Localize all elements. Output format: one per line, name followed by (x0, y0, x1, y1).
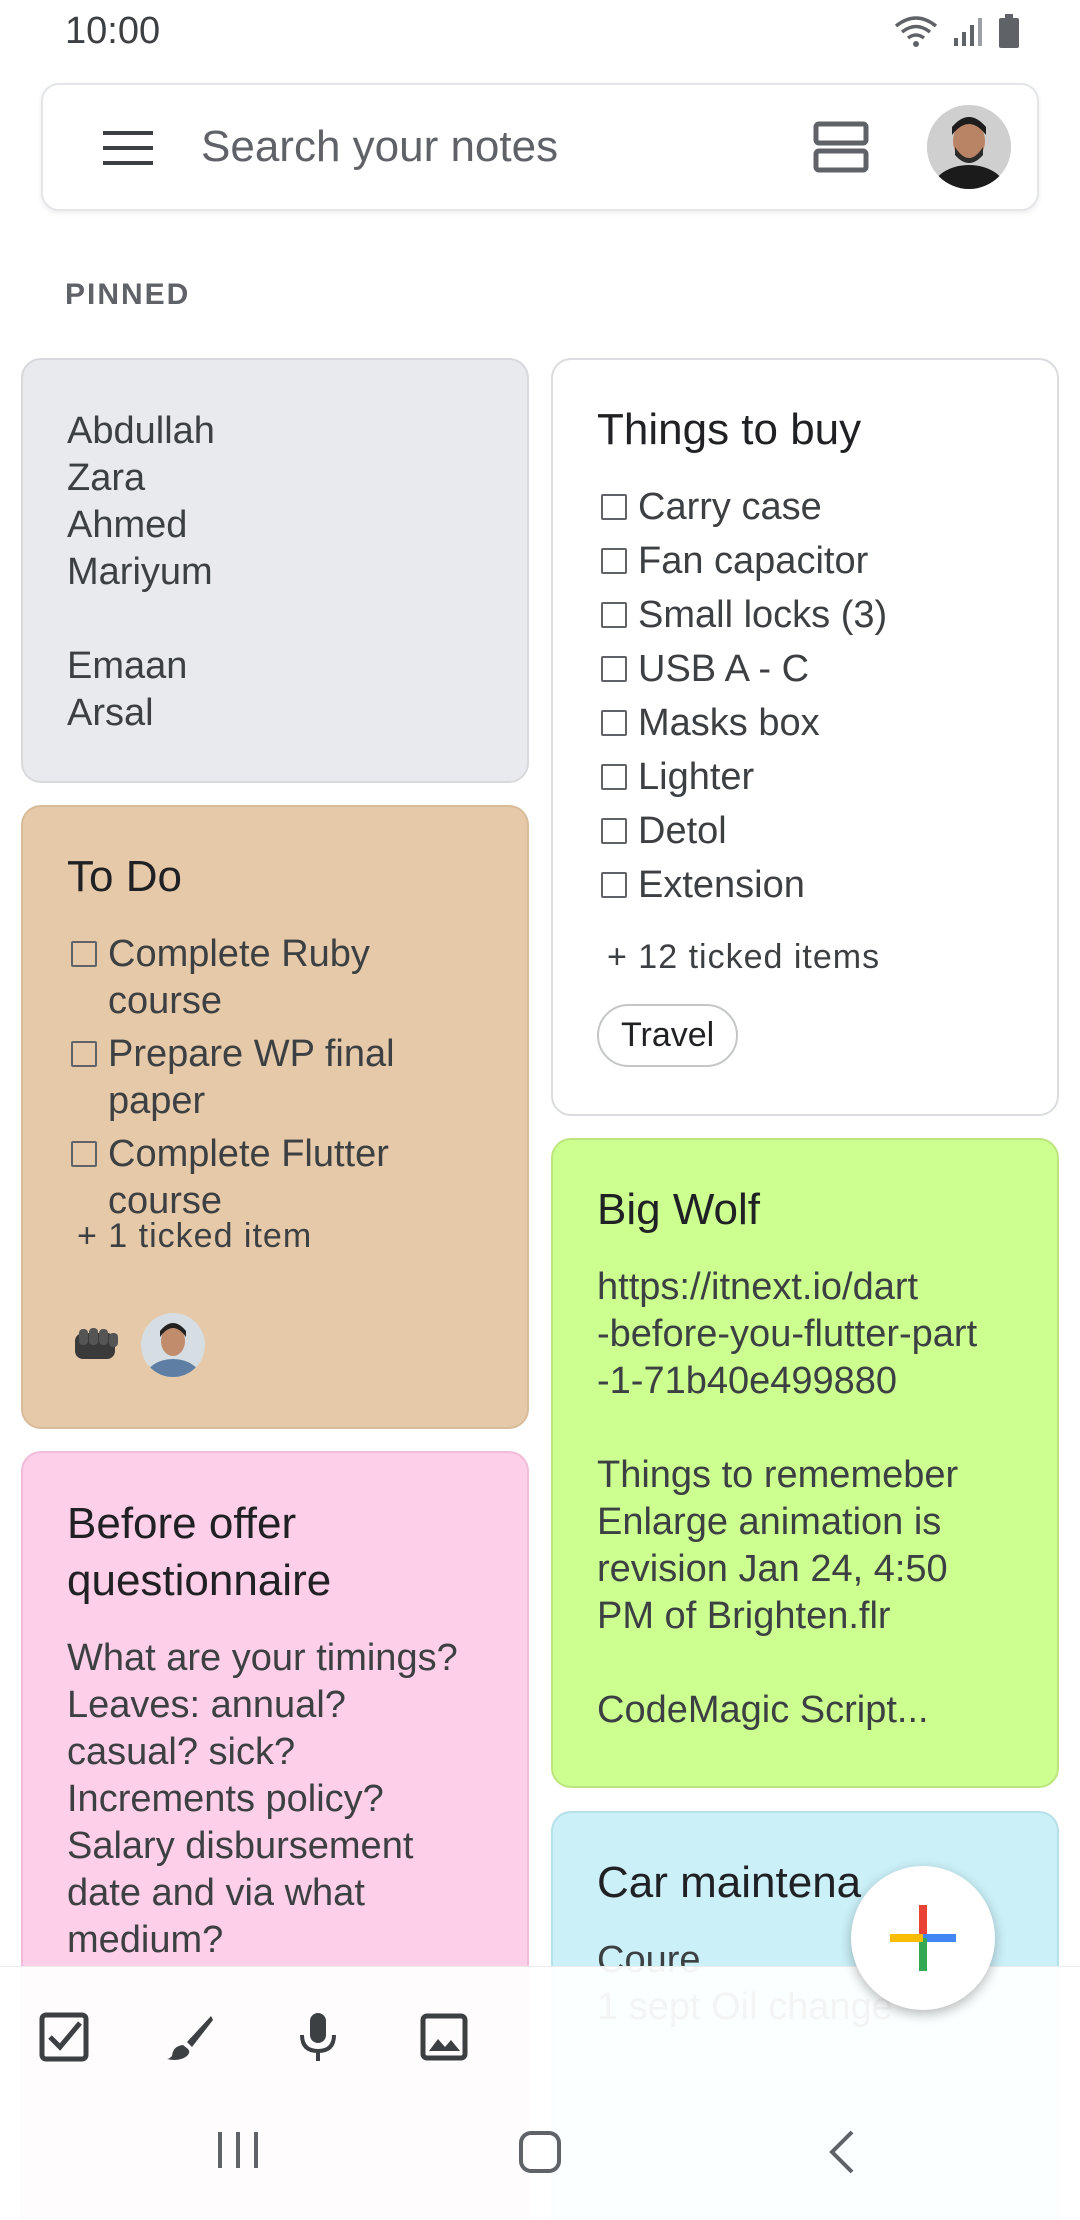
note-body: What are your timings? Leaves: annual? c… (67, 1637, 458, 1961)
checkbox[interactable] (601, 656, 627, 682)
note-card-things-to-buy[interactable]: Things to buy Carry case Fan capacitor S… (551, 358, 1059, 1116)
search-bar (41, 83, 1039, 211)
ticked-items-count: + 1 ticked item (77, 1217, 313, 1255)
note-title: Big Wolf (597, 1185, 761, 1234)
checklist-item: USB A - C (597, 646, 1037, 700)
mic-icon (300, 2013, 336, 2061)
checklist-item: Carry case (597, 484, 1037, 538)
note-body: Abdullah Zara Ahmed Mariyum Emaan Arsal (67, 410, 215, 734)
note-title: Car maintena (597, 1858, 862, 1907)
checkbox[interactable] (601, 602, 627, 628)
checklist-item-label: Extension (638, 864, 805, 906)
checklist-item: Small locks (3) (597, 592, 1037, 646)
recent-apps-button[interactable] (216, 2130, 260, 2175)
status-bar: 10:00 (0, 0, 1080, 68)
checklist-item-label: Fan capacitor (638, 540, 869, 582)
note-card-names[interactable]: Abdullah Zara Ahmed Mariyum Emaan Arsal (21, 358, 529, 783)
checklist-item-label: Complete Ruby course (108, 933, 370, 1022)
menu-icon[interactable] (103, 131, 153, 170)
checklist-item: Lighter (597, 754, 1037, 808)
checkbox[interactable] (601, 548, 627, 574)
note-body: https://itnext.io/dart -before-you-flutt… (597, 1266, 978, 1731)
note-title: Things to buy (597, 405, 862, 454)
home-button[interactable] (518, 2130, 562, 2179)
checklist-item: Complete Flutter course (67, 1131, 507, 1225)
battery-icon (999, 14, 1019, 48)
checkbox-icon (39, 2012, 89, 2062)
new-image-button[interactable] (414, 2007, 474, 2067)
checklist-item-label: Detol (638, 810, 727, 852)
checklist: Carry case Fan capacitor Small locks (3)… (597, 484, 1037, 916)
checklist-item: Detol (597, 808, 1037, 862)
checkbox[interactable] (71, 941, 97, 967)
collaborator-fist-icon (71, 1323, 123, 1372)
plus-icon (890, 1905, 956, 1971)
checklist-item-label: Masks box (638, 702, 820, 744)
checklist-item-label: Prepare WP final paper (108, 1033, 395, 1122)
checkbox[interactable] (601, 494, 627, 520)
wifi-icon (894, 16, 938, 47)
ticked-items-count: + 12 ticked items (607, 938, 881, 976)
note-title: Before offer questionnaire (67, 1499, 332, 1605)
checklist-item: Complete Ruby course (67, 931, 507, 1025)
new-audio-button[interactable] (288, 2007, 348, 2067)
new-drawing-button[interactable] (160, 2007, 220, 2067)
home-icon (519, 2131, 561, 2173)
checkbox[interactable] (71, 1141, 97, 1167)
checkbox[interactable] (601, 764, 627, 790)
image-icon (420, 2013, 468, 2061)
recents-icon (218, 2132, 258, 2168)
search-input[interactable] (201, 115, 801, 179)
note-title: To Do (67, 852, 182, 901)
checklist-item-label: USB A - C (638, 648, 810, 690)
checkbox[interactable] (601, 872, 627, 898)
signal-icon (954, 18, 982, 46)
new-list-button[interactable] (34, 2007, 94, 2067)
note-card-big-wolf[interactable]: Big Wolf https://itnext.io/dart -before-… (551, 1138, 1059, 1788)
checklist-item: Extension (597, 862, 1037, 916)
checkbox[interactable] (71, 1041, 97, 1067)
checklist-item-label: Carry case (638, 486, 822, 528)
checklist-item-label: Complete Flutter course (108, 1133, 389, 1222)
label-chip-travel[interactable]: Travel (597, 1004, 739, 1067)
checklist-item-label: Small locks (3) (638, 594, 888, 636)
brush-icon (167, 2016, 213, 2060)
new-note-fab[interactable] (851, 1866, 995, 2010)
view-toggle-icon[interactable] (813, 121, 869, 178)
checkbox[interactable] (601, 818, 627, 844)
checklist-item-label: Lighter (638, 756, 755, 798)
pinned-label: PINNED (65, 278, 191, 311)
back-button[interactable] (826, 2130, 856, 2179)
status-time: 10:00 (65, 10, 161, 52)
note-card-todo[interactable]: To Do Complete Ruby course Prepare WP fi… (21, 805, 529, 1429)
account-avatar[interactable] (927, 105, 1011, 189)
back-icon (829, 2130, 854, 2174)
collaborator-avatar[interactable] (141, 1313, 205, 1377)
checklist: Complete Ruby course Prepare WP final pa… (67, 931, 507, 1225)
status-icons (894, 14, 1020, 48)
checklist-item: Prepare WP final paper (67, 1031, 507, 1125)
checkbox[interactable] (601, 710, 627, 736)
checklist-item: Masks box (597, 700, 1037, 754)
checklist-item: Fan capacitor (597, 538, 1037, 592)
